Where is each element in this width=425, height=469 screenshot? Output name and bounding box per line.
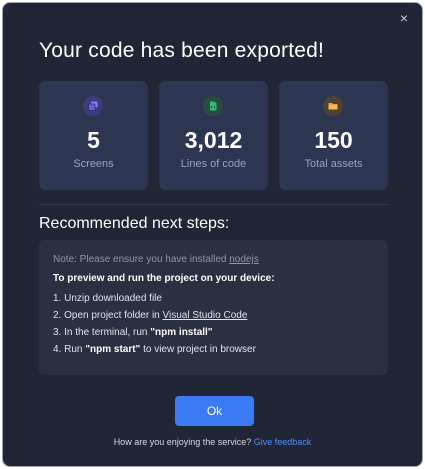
give-feedback-link[interactable]: Give feedback bbox=[254, 437, 312, 447]
stat-card-assets: 150 Total assets bbox=[279, 81, 388, 190]
npm-start-command: "npm start" bbox=[85, 344, 141, 355]
next-steps-panel: Note: Please ensure you have installed n… bbox=[39, 240, 388, 375]
npm-install-command: "npm install" bbox=[150, 327, 213, 338]
file-code-icon bbox=[203, 96, 223, 116]
divider bbox=[39, 204, 388, 205]
close-icon[interactable]: × bbox=[396, 10, 412, 26]
step-2-text: 2. Open project folder in bbox=[53, 310, 163, 321]
step-4-text: 4. Run bbox=[53, 344, 86, 355]
screens-icon bbox=[83, 96, 103, 116]
step-unzip: 1. Unzip downloaded file bbox=[53, 293, 162, 304]
next-steps-heading: Recommended next steps: bbox=[39, 215, 230, 232]
vscode-link[interactable]: Visual Studio Code bbox=[163, 310, 248, 321]
ok-button[interactable]: Ok bbox=[175, 396, 254, 426]
steps-intro: To preview and run the project on your d… bbox=[53, 273, 275, 284]
feedback-line: How are you enjoying the service? Give f… bbox=[3, 437, 422, 447]
screens-count: 5 bbox=[87, 127, 100, 153]
note-text: Note: Please ensure you have installed bbox=[53, 254, 230, 265]
step-npm-install: 3. In the terminal, run "npm install" bbox=[53, 327, 388, 338]
step-4-suffix: to view project in browser bbox=[140, 344, 256, 355]
nodejs-link[interactable]: nodejs bbox=[229, 254, 258, 265]
export-dialog: × Your code has been exported! 5 Screens… bbox=[2, 2, 423, 467]
folder-icon bbox=[323, 96, 343, 116]
assets-count: 150 bbox=[314, 127, 353, 153]
stat-card-lines: 3,012 Lines of code bbox=[159, 81, 268, 190]
feedback-prompt: How are you enjoying the service? bbox=[113, 437, 254, 447]
nodejs-note: Note: Please ensure you have installed n… bbox=[53, 254, 388, 265]
lines-label: Lines of code bbox=[180, 158, 247, 170]
screens-label: Screens bbox=[73, 158, 114, 170]
assets-label: Total assets bbox=[304, 158, 363, 170]
step-npm-start: 4. Run "npm start" to view project in br… bbox=[53, 344, 388, 355]
step-open-folder: 2. Open project folder in Visual Studio … bbox=[53, 310, 388, 321]
step-3-text: 3. In the terminal, run bbox=[53, 327, 151, 338]
stat-card-screens: 5 Screens bbox=[39, 81, 148, 190]
dialog-title: Your code has been exported! bbox=[39, 39, 325, 62]
lines-count: 3,012 bbox=[184, 127, 243, 153]
stats-row: 5 Screens 3,012 Lines of code 150 Total bbox=[39, 81, 388, 190]
